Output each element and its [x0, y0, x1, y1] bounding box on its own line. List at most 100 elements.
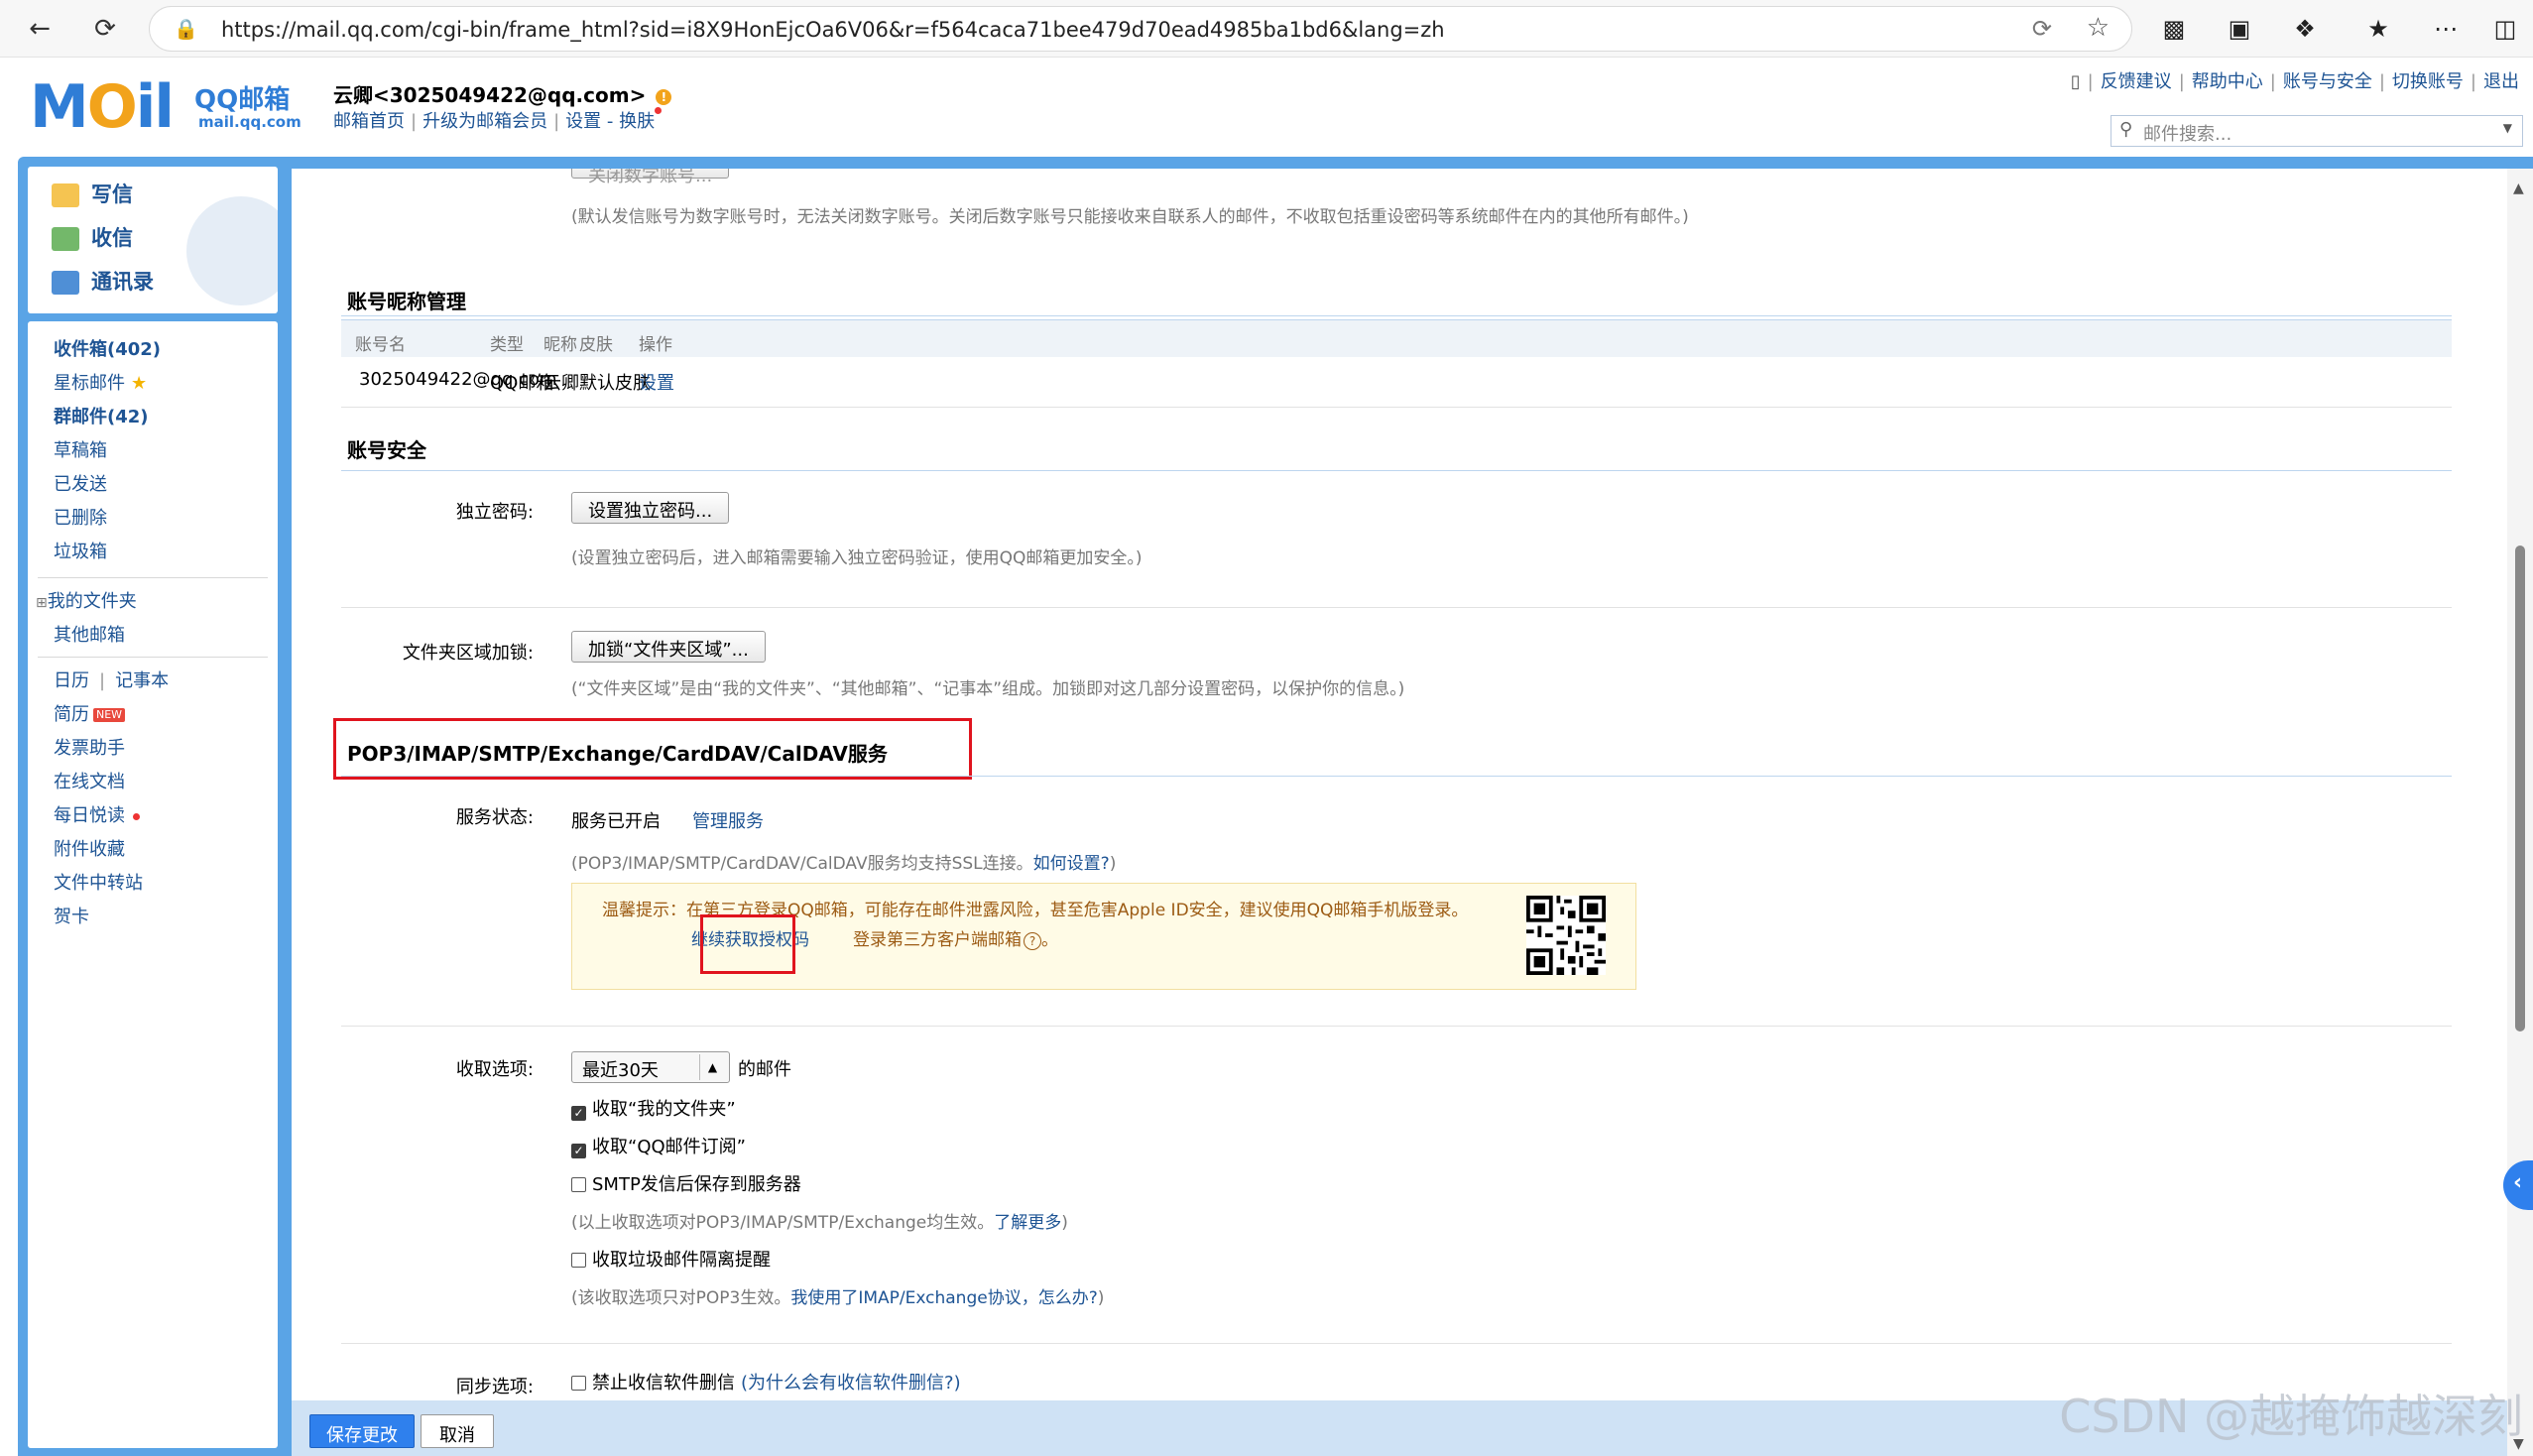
imap-help-link[interactable]: 我使用了IMAP/Exchange协议，怎么办?	[790, 1288, 1097, 1308]
starred-label: 星标邮件	[54, 373, 125, 394]
vertical-scrollbar[interactable]: ▲ ▼	[2507, 169, 2533, 1456]
sidebar-item-drafts[interactable]: 草稿箱	[54, 436, 107, 462]
manage-service-link[interactable]: 管理服务	[692, 807, 764, 833]
col-nickname: 昵称	[543, 335, 577, 355]
sidebar-item-starred[interactable]: 星标邮件 ★	[54, 369, 147, 395]
opt-spam-reminder[interactable]: 收取垃圾邮件隔离提醒	[571, 1246, 771, 1272]
skin-link[interactable]: 换肤	[619, 111, 655, 132]
warning-icon[interactable]: !	[656, 88, 672, 105]
sidebar-item-daily[interactable]: 每日悦读	[54, 801, 140, 827]
address-bar[interactable]: 🔒 https://mail.qq.com/cgi-bin/frame_html…	[149, 6, 2132, 52]
section-divider	[341, 315, 2452, 316]
sidebar-item-inbox[interactable]: 收件箱(402)	[54, 335, 161, 361]
extensions-puzzle-icon[interactable]: ❖	[2289, 13, 2321, 45]
sidebar-item-transfer[interactable]: 文件中转站	[54, 869, 143, 895]
cancel-button[interactable]: 取消	[421, 1414, 494, 1448]
save-button[interactable]: 保存更改	[309, 1414, 415, 1448]
sidebar-item-resume[interactable]: 简历 NEW	[54, 700, 126, 726]
expand-icon[interactable]: ⊞	[36, 595, 48, 611]
translate-icon[interactable]: ⟳	[2032, 15, 2052, 43]
logo-text: MOil	[30, 72, 175, 142]
opt1-label: 收取“我的文件夹”	[592, 1099, 736, 1120]
opt-forbid-delete[interactable]: 禁止收信软件删信 (为什么会有收信软件删信?)	[571, 1369, 961, 1395]
mail-home-link[interactable]: 邮箱首页	[333, 111, 405, 132]
sidebar-item-sent[interactable]: 已发送	[54, 470, 107, 496]
sidebar-item-spam[interactable]: 垃圾箱	[54, 538, 107, 563]
mail-header: MOil QQ邮箱 mail.qq.com 云卿<3025049422@qq.c…	[0, 58, 2533, 157]
note2-end: )	[1097, 1288, 1105, 1308]
close-account-button[interactable]: 关闭数字账号...	[571, 169, 730, 186]
sidebar-item-invoice[interactable]: 发票助手	[54, 734, 125, 760]
account-settings-link[interactable]: 设置	[639, 369, 674, 395]
receive-range-select[interactable]: 最近30天 ▲	[571, 1051, 730, 1083]
screenshot-icon[interactable]: ▣	[2224, 13, 2255, 45]
compose-button[interactable]: 写信	[52, 179, 133, 208]
help-link[interactable]: 帮助中心	[2192, 71, 2263, 92]
service-status-label: 服务状态:	[455, 807, 534, 828]
checkbox[interactable]	[571, 1376, 586, 1391]
set-password-button[interactable]: 设置独立密码...	[571, 492, 730, 524]
divider	[341, 1343, 2452, 1344]
section-divider	[341, 470, 2452, 471]
switch-account-link[interactable]: 切换账号	[2392, 71, 2464, 92]
calendar-link[interactable]: 日历	[54, 670, 89, 691]
account-security-link[interactable]: 账号与安全	[2283, 71, 2372, 92]
sync-options-label: 同步选项:	[455, 1377, 534, 1397]
why-delete-link[interactable]: (为什么会有收信软件删信?)	[741, 1373, 961, 1394]
notes-link[interactable]: 记事本	[115, 670, 169, 691]
mobile-icon[interactable]: ▯	[2071, 71, 2081, 92]
divider	[38, 577, 268, 578]
daily-label: 每日悦读	[54, 805, 125, 826]
more-icon[interactable]: ⋯	[2430, 13, 2462, 45]
scroll-up-icon[interactable]: ▲	[2513, 181, 2524, 196]
receive-button[interactable]: 收信	[52, 222, 133, 252]
quick-actions: 写信 收信 通讯录	[28, 167, 278, 313]
divider	[341, 1026, 2452, 1027]
learn-more-link[interactable]: 了解更多	[994, 1213, 1061, 1233]
feedback-link[interactable]: 反馈建议	[2101, 71, 2172, 92]
select-arrow-icon: ▲	[699, 1054, 725, 1080]
sidebar-toggle-icon[interactable]: ◫	[2489, 13, 2521, 45]
sidebar-item-my-folders[interactable]: ⊞我的文件夹	[36, 587, 137, 613]
help-circle-icon[interactable]: ?	[1024, 932, 1041, 950]
how-to-setup-link[interactable]: 如何设置?	[1033, 854, 1110, 874]
tip-after-text: 登录第三方客户端邮箱	[853, 930, 1022, 950]
upgrade-link[interactable]: 升级为邮箱会员	[422, 111, 547, 132]
tip-end: 。	[1041, 930, 1058, 950]
scrollbar-thumb[interactable]	[2515, 546, 2525, 1031]
opt-qq-subscription[interactable]: ✓ 收取“QQ邮件订阅”	[571, 1133, 746, 1158]
back-arrow-icon[interactable]: ←	[22, 11, 58, 47]
new-badge: NEW	[93, 708, 126, 722]
user-links: 邮箱首页 | 升级为邮箱会员 | 设置 - 换肤	[333, 107, 663, 133]
contacts-button[interactable]: 通讯录	[52, 266, 154, 296]
divider	[341, 407, 2452, 408]
sidebar-item-docs[interactable]: 在线文档	[54, 768, 125, 793]
mail-search-input[interactable]: ⚲ 邮件搜索... ▼	[2111, 115, 2523, 147]
checkbox-checked[interactable]: ✓	[571, 1106, 586, 1121]
settings-link[interactable]: 设置	[565, 111, 601, 132]
lock-icon: 🔒	[174, 17, 198, 41]
sidebar-item-group[interactable]: 群邮件(42)	[54, 403, 149, 428]
sync-opt-label: 禁止收信软件删信	[592, 1373, 735, 1394]
chevron-down-icon[interactable]: ▼	[2503, 121, 2512, 135]
favorite-star-icon[interactable]: ☆	[2087, 13, 2110, 43]
favorites-icon[interactable]: ★	[2362, 13, 2394, 45]
nickname-section-title: 账号昵称管理	[347, 290, 466, 313]
logout-link[interactable]: 退出	[2483, 71, 2519, 92]
opt-smtp-save[interactable]: SMTP发信后保存到服务器	[571, 1170, 801, 1196]
account-nickname: 云卿	[543, 373, 579, 394]
logo-domain: mail.qq.com	[198, 113, 302, 131]
sidebar-item-deleted[interactable]: 已删除	[54, 504, 107, 530]
extension-icon[interactable]: ▩	[2158, 13, 2190, 45]
checkbox[interactable]	[571, 1253, 586, 1268]
opt-my-folders[interactable]: ✓ 收取“我的文件夹”	[571, 1095, 736, 1121]
checkbox[interactable]	[571, 1177, 586, 1192]
sidebar-item-attachments[interactable]: 附件收藏	[54, 835, 125, 861]
checkbox-checked[interactable]: ✓	[571, 1144, 586, 1158]
lock-folder-button[interactable]: 加锁“文件夹区域”...	[571, 631, 766, 663]
reload-icon[interactable]: ⟳	[87, 11, 123, 47]
qqmail-logo[interactable]: MOil	[30, 77, 175, 137]
sidebar-item-card[interactable]: 贺卡	[54, 903, 89, 928]
divider	[341, 607, 2452, 608]
sidebar-item-other-mail[interactable]: 其他邮箱	[54, 621, 125, 647]
